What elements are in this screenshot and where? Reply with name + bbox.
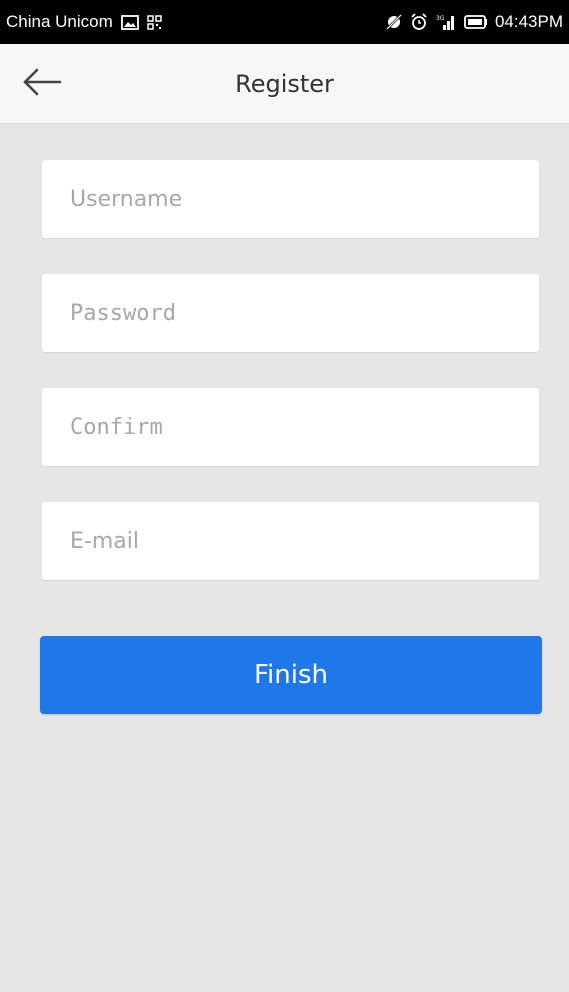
battery-icon [464,14,488,30]
password-field-container [42,274,539,352]
no-sync-icon [385,13,403,31]
status-right: 3G 04:43PM [385,12,563,32]
confirm-password-input[interactable] [42,388,539,466]
status-bar: China Unicom 3G 04:43PM [0,0,569,44]
title-bar: Register [0,44,569,124]
status-time: 04:43PM [494,12,563,31]
status-left: China Unicom [6,12,162,32]
register-screen: China Unicom 3G 04:43PM Register Usernam… [0,0,569,992]
confirm-field-container [42,388,539,466]
finish-button[interactable]: Finish [40,636,542,714]
arrow-left-icon [22,68,62,100]
back-button[interactable] [22,62,70,106]
page-title: Register [235,70,334,98]
qr-icon [147,14,162,30]
email-field-container [42,502,539,580]
password-input[interactable] [42,274,539,352]
email-input[interactable] [42,502,539,580]
username-field-container [42,160,539,238]
carrier-name: China Unicom [6,12,113,31]
svg-text:3G: 3G [436,15,445,22]
image-icon [120,14,139,30]
signal-icon: 3G [435,13,457,31]
username-input[interactable] [42,160,539,238]
alarm-icon [410,13,428,31]
